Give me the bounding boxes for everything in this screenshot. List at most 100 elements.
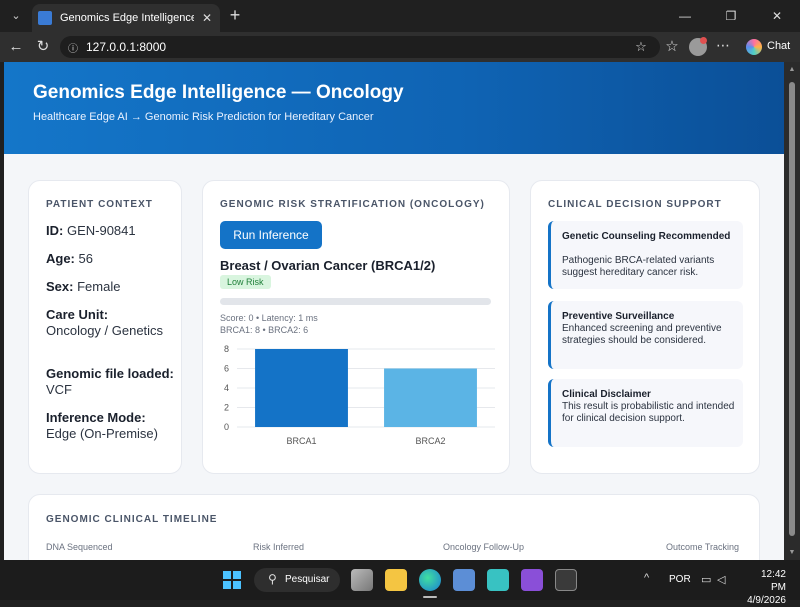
- address-bar[interactable]: ⓘ 127.0.0.1:8000 ☆: [60, 36, 660, 58]
- genomic-file-value: VCF: [46, 382, 72, 397]
- patient-age-row: Age: 56: [46, 251, 176, 267]
- app-icon[interactable]: [453, 569, 475, 591]
- genomic-file-label: Genomic file loaded:: [46, 366, 174, 381]
- windows-start-icon[interactable]: [223, 571, 241, 589]
- inference-mode-value: Edge (On-Premise): [46, 426, 158, 441]
- risk-level-badge: Low Risk: [220, 275, 271, 289]
- decision-support-title: CLINICAL DECISION SUPPORT: [548, 199, 722, 210]
- run-inference-button[interactable]: Run Inference: [220, 221, 322, 249]
- tab-list-chevron-icon[interactable]: ⌄: [6, 6, 26, 26]
- brca-bar-chart: 0 2 4 6 8 BRCA1 BRCA2: [224, 344, 495, 446]
- page-header: Genomics Edge Intelligence — Oncology He…: [4, 62, 784, 154]
- y-tick-label: 4: [224, 383, 229, 393]
- back-arrow-icon[interactable]: ←: [6, 37, 26, 57]
- brca-counts-text: BRCA1: 8 • BRCA2: 6: [220, 325, 309, 335]
- patient-sex-value: Female: [77, 279, 121, 294]
- scroll-up-arrow-icon[interactable]: ▲: [788, 66, 796, 73]
- tab-close-icon[interactable]: ✕: [200, 11, 214, 25]
- scroll-thumb[interactable]: [789, 82, 795, 536]
- active-app-indicator: [423, 596, 437, 598]
- taskbar-search-label: Pesquisar: [285, 574, 330, 585]
- inference-mode-label: Inference Mode:: [46, 410, 146, 425]
- reload-icon[interactable]: ↻: [33, 37, 53, 57]
- patient-id-value: GEN-90841: [66, 223, 136, 238]
- address-text: 127.0.0.1:8000: [86, 40, 167, 54]
- chat-button[interactable]: Chat: [767, 40, 790, 52]
- decision-item-heading: Clinical Disclaimer: [562, 389, 651, 400]
- windows-taskbar: ⚲ Pesquisar ^ POR ▭ ◁ 12:42 PM 4/9/2026: [0, 560, 800, 606]
- window-controls: — ❐ ✕: [662, 0, 800, 32]
- x-tick-label: BRCA1: [286, 436, 316, 446]
- decision-item-heading: Genetic Counseling Recommended: [562, 231, 731, 242]
- input-language[interactable]: POR: [669, 574, 691, 585]
- condition-title: Breast / Ovarian Cancer (BRCA1/2): [220, 258, 436, 273]
- page-scrollbar[interactable]: ▲ ▼: [784, 62, 800, 560]
- task-view-icon[interactable]: [351, 569, 373, 591]
- taskbar-clock[interactable]: 12:42 PM 4/9/2026: [746, 568, 786, 607]
- y-tick-label: 2: [224, 403, 229, 413]
- more-options-icon[interactable]: ⋯: [716, 37, 730, 54]
- new-tab-plus-icon[interactable]: +: [226, 6, 244, 26]
- search-icon: ⚲: [268, 572, 277, 586]
- network-icon[interactable]: ▭: [701, 573, 711, 586]
- decision-item-body: This result is probabilistic and intende…: [562, 401, 735, 424]
- terminal-icon[interactable]: [555, 569, 577, 591]
- page-viewport: Genomics Edge Intelligence — Oncology He…: [4, 62, 784, 560]
- browser-tab-strip: ⌄ Genomics Edge Intelligence — Onc ✕ + —…: [0, 0, 800, 32]
- favorites-list-icon[interactable]: ☆: [662, 37, 682, 57]
- genomic-file-row: Genomic file loaded: VCF: [46, 366, 176, 398]
- risk-stratification-card: GENOMIC RISK STRATIFICATION (ONCOLOGY) R…: [202, 180, 510, 474]
- care-unit-row: Care Unit: Oncology / Genetics: [46, 307, 176, 339]
- patient-age-label: Age:: [46, 251, 75, 266]
- browser-toolbar: ← ↻ ⓘ 127.0.0.1:8000 ☆ ☆ ⋯ Chat: [0, 32, 800, 62]
- window-close-icon[interactable]: ✕: [754, 0, 800, 32]
- patient-sex-row: Sex: Female: [46, 279, 176, 295]
- app-icon[interactable]: [487, 569, 509, 591]
- page-subtitle: Healthcare Edge AI → Genomic Risk Predic…: [33, 111, 374, 123]
- restore-icon[interactable]: ❐: [708, 0, 754, 32]
- patient-sex-label: Sex:: [46, 279, 74, 294]
- scroll-down-arrow-icon[interactable]: ▼: [788, 549, 796, 556]
- risk-score-progress: [220, 298, 491, 305]
- decision-support-card: CLINICAL DECISION SUPPORT Genetic Counse…: [530, 180, 760, 474]
- volume-icon[interactable]: ◁: [717, 573, 725, 586]
- decision-item-body: Pathogenic BRCA-related variants suggest…: [562, 255, 715, 278]
- file-explorer-icon[interactable]: [385, 569, 407, 591]
- patient-id-label: ID:: [46, 223, 64, 238]
- timeline-title: GENOMIC CLINICAL TIMELINE: [46, 514, 218, 525]
- edge-browser-icon[interactable]: [419, 569, 441, 591]
- y-tick-label: 6: [224, 364, 229, 374]
- decision-item-body: Enhanced screening and preventive strate…: [562, 323, 722, 346]
- y-tick-label: 8: [224, 344, 229, 354]
- clinical-timeline-card: GENOMIC CLINICAL TIMELINE DNA Sequenced …: [28, 494, 760, 560]
- y-tick-label: 0: [224, 422, 229, 432]
- visual-studio-icon[interactable]: [521, 569, 543, 591]
- tray-overflow-chevron-icon[interactable]: ^: [644, 572, 649, 584]
- decision-item-heading: Preventive Surveillance: [562, 311, 675, 322]
- timeline-step: Oncology Follow-Up: [443, 542, 525, 552]
- timeline-step: Outcome Tracking: [666, 542, 740, 552]
- site-favicon-icon: [38, 11, 52, 25]
- bar-brca1: [255, 349, 348, 427]
- decision-item-counseling: Genetic Counseling Recommended Pathogeni…: [548, 221, 743, 289]
- patient-id-row: ID: GEN-90841: [46, 223, 176, 239]
- patient-context-card: PATIENT CONTEXT ID: GEN-90841 Age: 56 Se…: [28, 180, 182, 474]
- favorite-star-icon[interactable]: ☆: [632, 39, 650, 55]
- decision-item-disclaimer: Clinical Disclaimer This result is proba…: [548, 379, 743, 447]
- patient-age-value: 56: [78, 251, 93, 266]
- browser-tab[interactable]: Genomics Edge Intelligence — Onc ✕: [32, 4, 220, 32]
- clock-date: 4/9/2026: [747, 595, 786, 606]
- copilot-icon[interactable]: [746, 39, 762, 55]
- tab-title: Genomics Edge Intelligence — Onc: [60, 12, 194, 24]
- timeline-step: Risk Inferred: [253, 542, 305, 552]
- care-unit-label: Care Unit:: [46, 307, 109, 322]
- score-latency-text: Score: 0 • Latency: 1 ms: [220, 313, 318, 323]
- timeline-step: DNA Sequenced: [46, 542, 113, 552]
- page-title: Genomics Edge Intelligence — Oncology: [33, 82, 404, 103]
- site-info-icon[interactable]: ⓘ: [68, 40, 80, 55]
- inference-mode-row: Inference Mode: Edge (On-Premise): [46, 410, 176, 442]
- clock-time: 12:42 PM: [760, 569, 786, 593]
- minimize-icon[interactable]: —: [662, 0, 708, 32]
- care-unit-value: Oncology / Genetics: [46, 323, 164, 338]
- taskbar-search[interactable]: ⚲ Pesquisar: [254, 568, 340, 592]
